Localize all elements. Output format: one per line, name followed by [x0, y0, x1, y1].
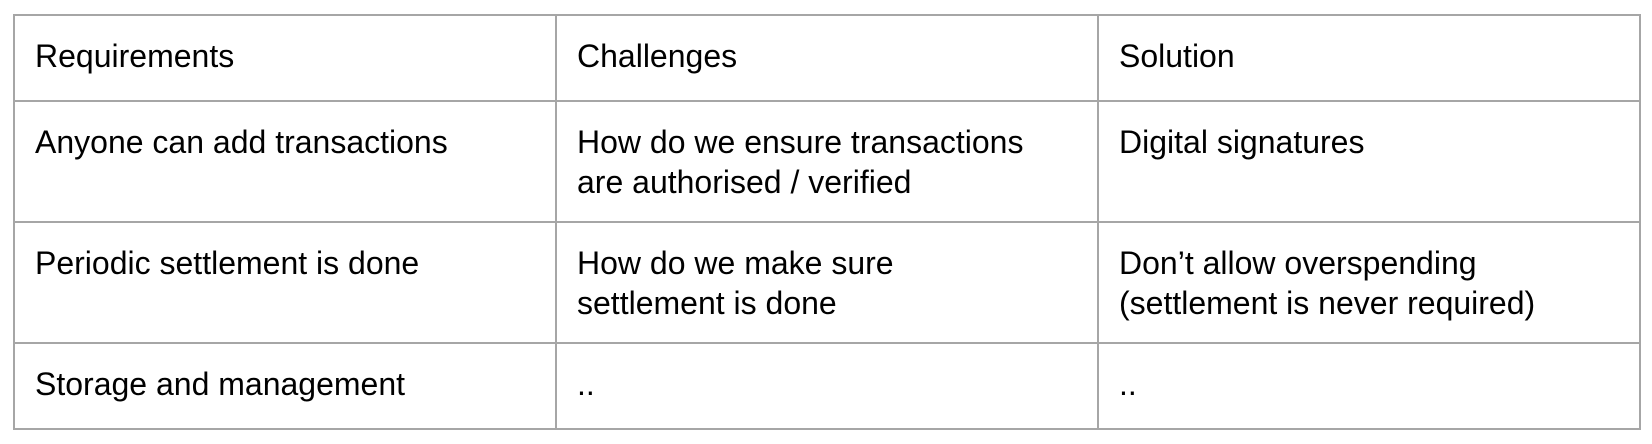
cell-text: Anyone can add transactions — [35, 124, 448, 160]
cell-text: Storage and management — [35, 366, 406, 402]
table-row: Periodic settlement is done How do we ma… — [13, 221, 1641, 344]
table-row: Anyone can add transactions How do we en… — [13, 100, 1641, 223]
table-cell: Digital signatures — [1097, 100, 1641, 223]
header-cell-solution: Solution — [1097, 14, 1641, 102]
table-cell: Don’t allow overspending (settlement is … — [1097, 221, 1641, 344]
cell-text: How do we make sure settlement is done — [577, 245, 894, 321]
table-cell: Anyone can add transactions — [13, 100, 557, 223]
table-cell: Storage and management — [13, 342, 557, 430]
cell-text: Don’t allow overspending (settlement is … — [1119, 245, 1536, 321]
cell-text: How do we ensure transactions are author… — [577, 124, 1024, 200]
table-cell: How do we ensure transactions are author… — [555, 100, 1099, 223]
cell-text: .. — [1119, 366, 1137, 402]
table-cell: .. — [555, 342, 1099, 430]
cell-text: Periodic settlement is done — [35, 245, 420, 281]
table-cell: Periodic settlement is done — [13, 221, 557, 344]
requirements-table: Requirements Challenges Solution Anyone … — [13, 14, 1641, 430]
cell-text: Digital signatures — [1119, 124, 1365, 160]
header-challenges-label: Challenges — [577, 38, 738, 74]
table-cell: How do we make sure settlement is done — [555, 221, 1099, 344]
table-cell: .. — [1097, 342, 1641, 430]
cell-text: .. — [577, 366, 595, 402]
table-header-row: Requirements Challenges Solution — [13, 14, 1641, 102]
header-cell-challenges: Challenges — [555, 14, 1099, 102]
table-row: Storage and management .. .. — [13, 342, 1641, 430]
header-cell-requirements: Requirements — [13, 14, 557, 102]
header-requirements-label: Requirements — [35, 38, 235, 74]
header-solution-label: Solution — [1119, 38, 1235, 74]
